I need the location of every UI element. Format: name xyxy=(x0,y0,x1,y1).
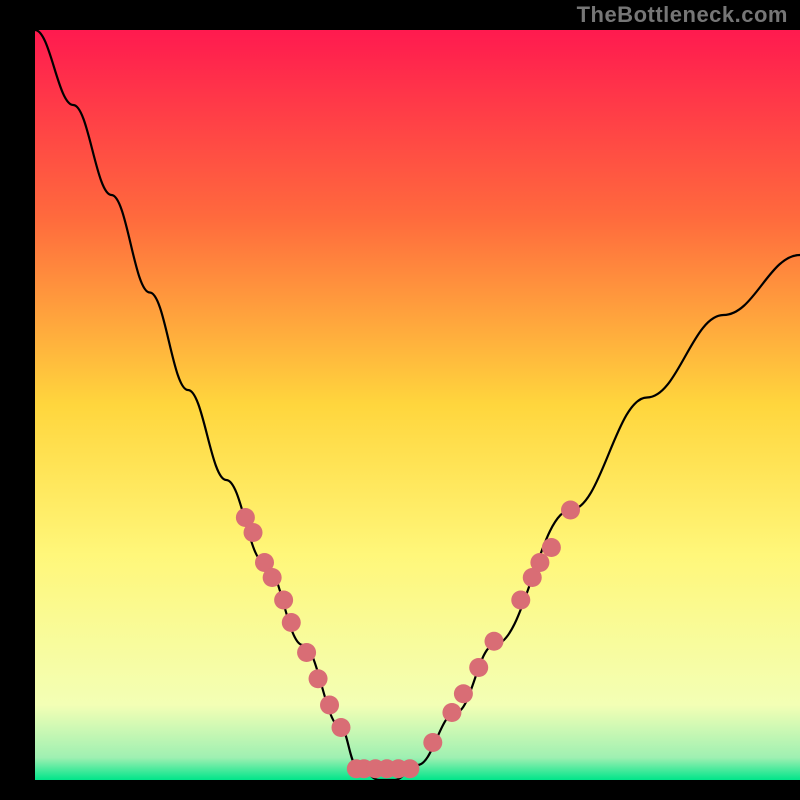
curve-marker xyxy=(309,669,328,688)
curve-marker xyxy=(320,696,339,715)
curve-marker xyxy=(485,632,504,651)
curve-marker xyxy=(469,658,488,677)
curve-marker xyxy=(530,553,549,572)
chart-svg xyxy=(0,0,800,800)
attribution-label: TheBottleneck.com xyxy=(577,2,788,28)
curve-marker xyxy=(263,568,282,587)
curve-marker xyxy=(274,591,293,610)
curve-marker xyxy=(423,733,442,752)
curve-marker xyxy=(244,523,263,542)
curve-marker xyxy=(511,591,530,610)
curve-marker xyxy=(400,759,419,778)
plot-background xyxy=(35,30,800,780)
curve-marker xyxy=(542,538,561,557)
curve-marker xyxy=(332,718,351,737)
curve-marker xyxy=(282,613,301,632)
curve-marker xyxy=(442,703,461,722)
curve-marker xyxy=(454,684,473,703)
chart-stage: TheBottleneck.com xyxy=(0,0,800,800)
curve-marker xyxy=(297,643,316,662)
curve-marker xyxy=(561,501,580,520)
